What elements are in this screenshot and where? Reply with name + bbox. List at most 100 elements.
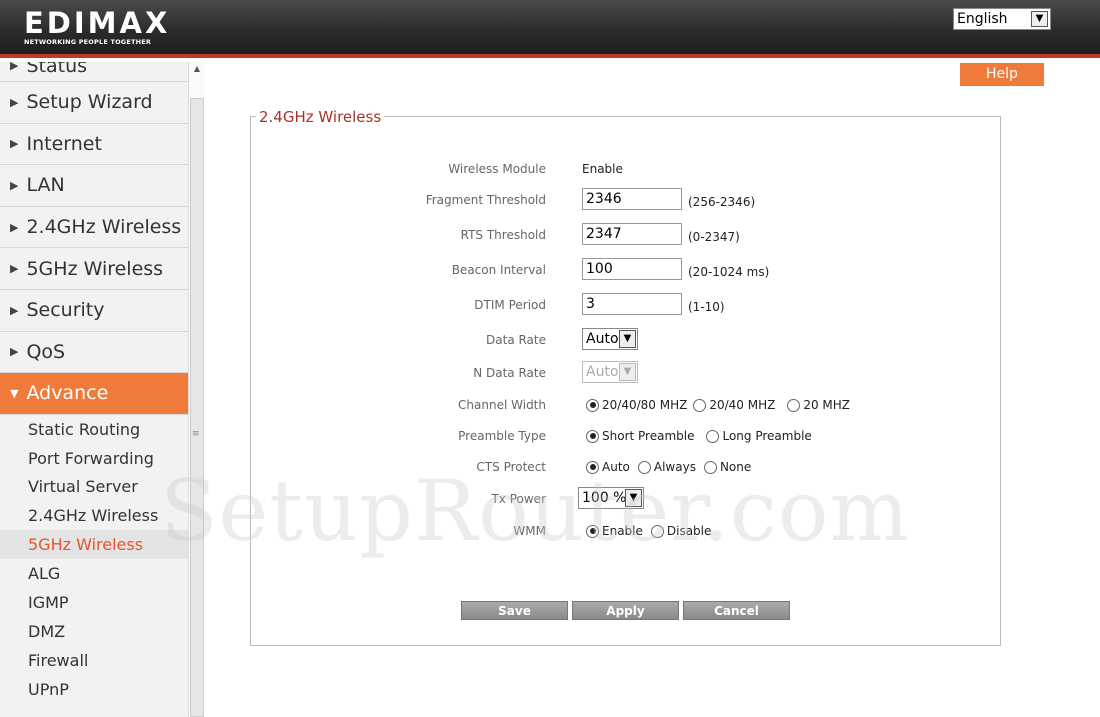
triangle-right-icon: ▶ (10, 303, 19, 317)
cts-protect-radio-1[interactable] (637, 460, 651, 474)
language-select[interactable]: English ▼ (953, 8, 1051, 30)
n-data-rate-label: N Data Rate (473, 366, 546, 380)
chevron-down-icon[interactable]: ▼ (619, 330, 636, 348)
sidebar-subitem-dmz[interactable]: DMZ (0, 617, 188, 646)
header-bar: EDIMAX NETWORKING PEOPLE TOGETHER Englis… (0, 0, 1100, 58)
beacon-interval-label: Beacon Interval (451, 263, 546, 277)
sidebar-item-label: Advance (26, 382, 109, 405)
sidebar-item-5ghz-wireless[interactable]: ▶ 5GHz Wireless (0, 248, 188, 290)
cts-protect-label: CTS Protect (476, 460, 546, 474)
sidebar-item-setup-wizard[interactable]: ▶ Setup Wizard (0, 82, 188, 124)
scrollbar-thumb[interactable] (190, 98, 204, 717)
scroll-up-icon[interactable]: ▲ (189, 64, 205, 80)
radio-label: Short Preamble (602, 429, 695, 443)
channel-width-radio-2[interactable] (787, 398, 801, 412)
fragment-threshold-hint: (256-2346) (688, 195, 756, 209)
preamble-type-radio-1[interactable] (706, 429, 720, 443)
cts-protect-radio-group: Auto Always None (586, 460, 757, 474)
tx-power-value: 100 % (582, 490, 627, 506)
triangle-down-icon: ▼ (10, 386, 19, 400)
sidebar-item-label: Setup Wizard (26, 91, 153, 114)
help-button[interactable]: Help (960, 63, 1044, 86)
n-data-rate-select[interactable]: Auto ▼ (582, 361, 638, 383)
cts-protect-radio-2[interactable] (703, 460, 717, 474)
radio-label: None (719, 460, 752, 474)
sidebar-subitem-5ghz-wireless[interactable]: 5GHz Wireless (0, 530, 188, 560)
rts-threshold-label: RTS Threshold (460, 228, 546, 242)
data-rate-label: Data Rate (486, 333, 546, 347)
sidebar-scrollbar[interactable]: ▲ ≡ (188, 62, 204, 717)
sidebar-item-24ghz-wireless[interactable]: ▶ 2.4GHz Wireless (0, 207, 188, 249)
wmm-radio-1[interactable] (650, 524, 664, 538)
rts-threshold-hint: (0-2347) (688, 230, 740, 244)
sidebar-item-label: LAN (26, 174, 65, 197)
radio-label: Auto (602, 460, 630, 474)
sidebar-item-label: QoS (26, 340, 66, 363)
sidebar-item-security[interactable]: ▶ Security (0, 290, 188, 332)
triangle-right-icon: ▶ (10, 137, 19, 151)
sidebar-subitem-24ghz-wireless[interactable]: 2.4GHz Wireless (0, 501, 188, 530)
sidebar-subitem-static-routing[interactable]: Static Routing (0, 415, 188, 444)
triangle-right-icon: ▶ (10, 95, 19, 109)
channel-width-radio-0[interactable] (586, 398, 599, 412)
wmm-radio-0[interactable] (586, 524, 599, 538)
data-rate-select[interactable]: Auto ▼ (582, 328, 638, 350)
radio-label: Enable (602, 524, 643, 538)
sidebar: ▶ Status ▶ Setup Wizard ▶ Internet ▶ LAN… (0, 62, 188, 717)
preamble-type-radio-group: Short Preamble Long Preamble (586, 429, 818, 443)
sidebar-item-lan[interactable]: ▶ LAN (0, 165, 188, 207)
wireless-module-label: Wireless Module (448, 162, 546, 176)
sidebar-item-qos[interactable]: ▶ QoS (0, 332, 188, 374)
sidebar-subitem-firewall[interactable]: Firewall (0, 646, 188, 675)
edimax-logo: EDIMAX NETWORKING PEOPLE TOGETHER (24, 6, 171, 46)
dtim-period-label: DTIM Period (474, 298, 546, 312)
triangle-right-icon: ▶ (10, 262, 19, 276)
wmm-label: WMM (513, 524, 546, 538)
rts-threshold-input[interactable]: 2347 (582, 223, 682, 245)
channel-width-radio-1[interactable] (693, 398, 707, 412)
radio-label: Always (653, 460, 696, 474)
sidebar-item-label: Status (26, 62, 88, 77)
apply-button[interactable]: Apply (572, 601, 679, 620)
dtim-period-input[interactable]: 3 (582, 293, 682, 315)
channel-width-label: Channel Width (458, 398, 546, 412)
sidebar-item-internet[interactable]: ▶ Internet (0, 124, 188, 166)
beacon-interval-input[interactable]: 100 (582, 258, 682, 280)
chevron-down-icon[interactable]: ▼ (625, 489, 642, 507)
sidebar-item-label: Internet (26, 132, 102, 155)
triangle-right-icon: ▶ (10, 220, 19, 234)
beacon-interval-hint: (20-1024 ms) (688, 265, 770, 279)
triangle-right-icon: ▶ (10, 178, 19, 192)
radio-label: Disable (666, 524, 712, 538)
triangle-right-icon: ▶ (10, 62, 19, 72)
sidebar-subitem-igmp[interactable]: IGMP (0, 588, 188, 617)
data-rate-value: Auto (586, 331, 619, 347)
sidebar-item-label: 2.4GHz Wireless (26, 216, 182, 239)
chevron-down-icon: ▼ (619, 363, 636, 381)
sidebar-item-label: Security (26, 299, 105, 322)
sidebar-subitem-virtual-server[interactable]: Virtual Server (0, 473, 188, 502)
tx-power-select[interactable]: 100 % ▼ (578, 487, 644, 509)
save-button[interactable]: Save (461, 601, 568, 620)
cancel-button[interactable]: Cancel (683, 601, 790, 620)
sidebar-item-advance[interactable]: ▼ Advance (0, 373, 188, 415)
wireless-module-value: Enable (582, 162, 623, 176)
radio-label: 20/40/80 MHZ (602, 398, 688, 412)
fragment-threshold-input[interactable]: 2346 (582, 188, 682, 210)
triangle-right-icon: ▶ (10, 345, 19, 359)
fragment-threshold-label: Fragment Threshold (425, 193, 546, 207)
logo-tagline: NETWORKING PEOPLE TOGETHER (24, 38, 152, 46)
sidebar-item-status[interactable]: ▶ Status (0, 62, 188, 82)
chevron-down-icon[interactable]: ▼ (1031, 11, 1048, 27)
preamble-type-radio-0[interactable] (586, 429, 599, 443)
n-data-rate-value: Auto (586, 364, 619, 380)
sidebar-subitem-upnp[interactable]: UPnP (0, 675, 188, 704)
wmm-radio-group: Enable Disable (586, 524, 717, 538)
logo-text: EDIMAX (24, 6, 171, 40)
radio-label: 20/40 MHZ (709, 398, 776, 412)
radio-label: 20 MHZ (803, 398, 850, 412)
sidebar-subitem-alg[interactable]: ALG (0, 559, 188, 588)
radio-label: Long Preamble (722, 429, 812, 443)
sidebar-subitem-port-forwarding[interactable]: Port Forwarding (0, 444, 188, 473)
cts-protect-radio-0[interactable] (586, 460, 599, 474)
